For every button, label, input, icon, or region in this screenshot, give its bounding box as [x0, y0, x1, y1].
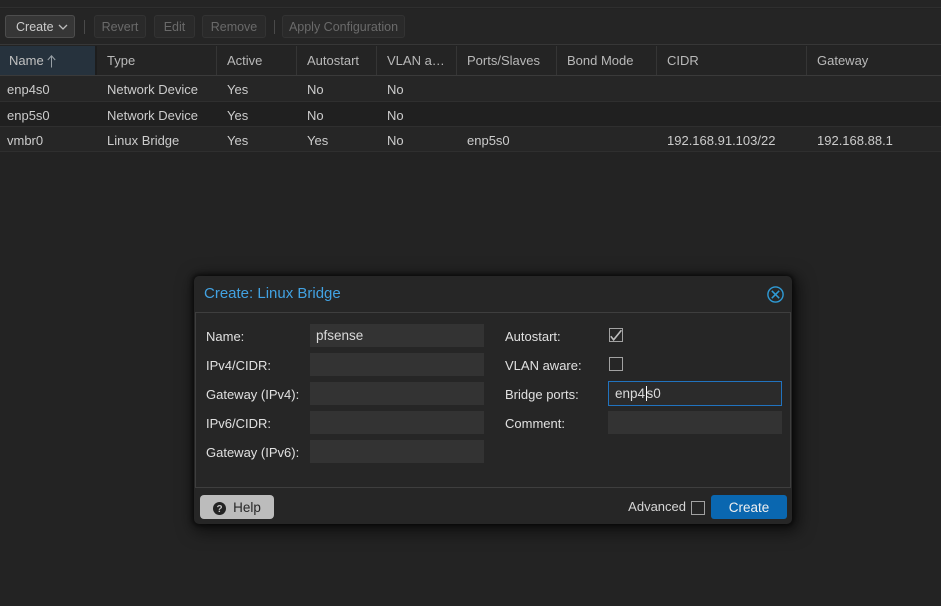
svg-text:?: ?	[217, 504, 223, 515]
